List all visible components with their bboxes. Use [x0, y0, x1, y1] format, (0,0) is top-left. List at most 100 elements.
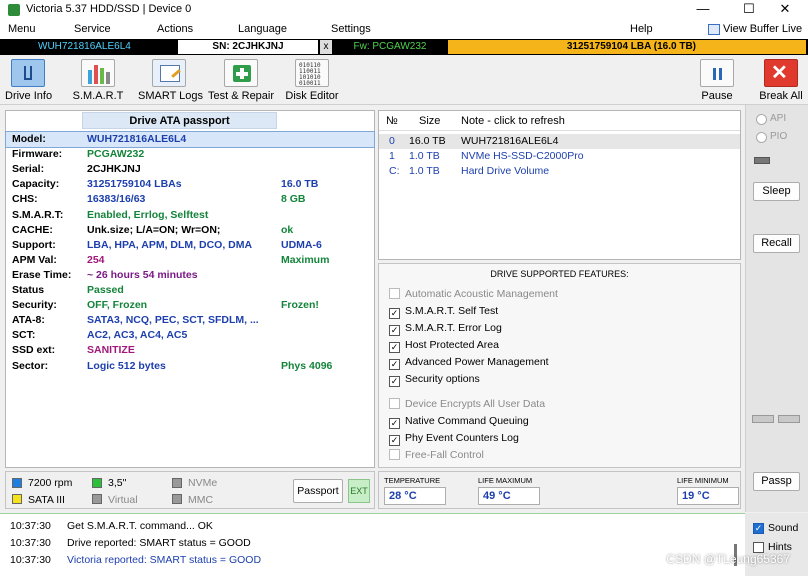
feature-checkbox[interactable]: ✓ [389, 435, 400, 446]
feature-item[interactable]: Device Encrypts All User Data [389, 397, 545, 412]
feature-checkbox[interactable] [389, 449, 400, 460]
menu-actions[interactable]: Actions [157, 23, 193, 35]
sound-checkbox[interactable]: ✓ [753, 523, 764, 534]
virtual-swatch [92, 494, 102, 504]
passport-row-label: Security: [12, 299, 57, 312]
passport-row[interactable]: Erase Time: ~ 26 hours 54 minutes [6, 268, 374, 283]
passp-button[interactable]: Passp [753, 472, 800, 491]
feature-checkbox[interactable] [389, 398, 400, 409]
passport-row-value: 31251759104 LBAs [87, 178, 182, 191]
minimize-button[interactable]: — [680, 0, 726, 20]
passport-row[interactable]: S.M.A.R.T: Enabled, Errlog, Selftest [6, 208, 374, 223]
temperature-value: 28 °C [384, 487, 446, 505]
drive-strip: WUH721816ALE6L4 SN: 2CJHKJNJ x Fw: PCGAW… [0, 39, 808, 55]
passport-row[interactable]: CHS: 16383/16/63 8 GB [6, 192, 374, 207]
api-radio[interactable] [756, 114, 767, 125]
passport-row-label: Support: [12, 238, 56, 251]
col-note[interactable]: Note - click to refresh [461, 115, 565, 127]
feature-item[interactable]: ✓ Advanced Power Management [389, 355, 549, 370]
passport-row[interactable]: ATA-8: SATA3, NCQ, PEC, SCT, SFDLM, ... [6, 313, 374, 328]
feature-item[interactable]: Automatic Acoustic Management [389, 287, 558, 302]
test-repair-button[interactable]: Test & Repair [208, 59, 274, 102]
smart-button[interactable]: S.M.A.R.T [70, 59, 126, 102]
close-button[interactable]: ✕ [762, 0, 808, 20]
feature-checkbox[interactable]: ✓ [389, 376, 400, 387]
feature-item[interactable]: ✓ S.M.A.R.T. Error Log [389, 321, 502, 336]
feature-label: Device Encrypts All User Data [405, 398, 546, 410]
passport-row[interactable]: Firmware: PCGAW232 [6, 147, 374, 162]
drive-list-size: 1.0 TB [409, 165, 440, 177]
feature-checkbox[interactable]: ✓ [389, 359, 400, 370]
feature-item[interactable]: ✓ Security options [389, 372, 480, 387]
passport-button[interactable]: Passport [293, 479, 343, 503]
passport-row[interactable]: Model: WUH721816ALE6L4 [5, 131, 375, 148]
sata-swatch [12, 494, 22, 504]
ext-button[interactable]: EXT [348, 479, 370, 503]
drive-serial: SN: 2CJHKJNJ [178, 40, 318, 54]
log-line: 10:37:30 Victoria reported: SMART status … [10, 554, 261, 566]
drive-close-icon[interactable]: x [320, 40, 332, 54]
passport-row[interactable]: SCT: AC2, AC3, AC4, AC5 [6, 328, 374, 343]
pio-radio[interactable] [756, 132, 767, 143]
menu-settings[interactable]: Settings [331, 23, 371, 35]
passport-row[interactable]: APM Val: 254 Maximum [6, 253, 374, 268]
feature-item[interactable]: Free-Fall Control [389, 448, 484, 463]
passport-row-value: PCGAW232 [87, 148, 145, 161]
col-size[interactable]: Size [419, 115, 440, 127]
feature-label: Native Command Queuing [405, 415, 529, 427]
mmc-swatch [172, 494, 182, 504]
passport-row-value: Passed [87, 284, 124, 296]
smart-label: S.M.A.R.T [72, 90, 124, 102]
feature-item[interactable]: ✓ Phy Event Counters Log [389, 431, 519, 446]
drive-model[interactable]: WUH721816ALE6L4 [2, 40, 177, 54]
pause-label: Pause [701, 90, 733, 102]
passport-row-label: S.M.A.R.T: [12, 208, 64, 221]
passport-row-value: SANITIZE [87, 344, 135, 357]
passport-row-label: CACHE: [12, 223, 53, 236]
feature-item[interactable]: ✓ S.M.A.R.T. Self Test [389, 304, 498, 319]
passport-row[interactable]: Status Passed [6, 283, 374, 298]
menu-language[interactable]: Language [238, 23, 287, 35]
drive-list-row[interactable]: C: 1.0 TB Hard Drive Volume [379, 164, 740, 179]
smart-logs-button[interactable]: SMART Logs [138, 59, 203, 102]
pause-button[interactable]: Pause [697, 59, 737, 102]
indicator-led [754, 157, 770, 164]
feature-checkbox[interactable]: ✓ [389, 308, 400, 319]
buffer-icon [708, 24, 720, 35]
passport-row[interactable]: Support: LBA, HPA, APM, DLM, DCO, DMA UDMA… [6, 238, 374, 253]
drive-list-row[interactable]: 1 1.0 TB NVMe HS-SSD-C2000Pro [379, 149, 740, 164]
passport-row-value: LBA, HPA, APM, DLM, DCO, DMA [87, 238, 253, 251]
passport-row[interactable]: Sector: Logic 512 bytes Phys 4096 [6, 359, 374, 374]
menu-menu[interactable]: Menu [8, 23, 36, 35]
passport-row[interactable]: CACHE: Unk.size; L/A=ON; Wr=ON; ok [6, 223, 374, 238]
menu-help[interactable]: Help [630, 23, 653, 35]
break-all-button[interactable]: ✕ Break All [758, 59, 804, 102]
passport-row[interactable]: Serial: 2CJHKJNJ [6, 162, 374, 177]
col-number[interactable]: № [386, 115, 398, 127]
log-line: 10:37:30 Drive reported: SMART status = G… [10, 537, 251, 549]
drive-list-row[interactable]: 0 16.0 TB WUH721816ALE6L4 [379, 134, 740, 149]
feature-checkbox[interactable]: ✓ [389, 342, 400, 353]
view-buffer-live[interactable]: View Buffer Live [723, 23, 802, 35]
disk-editor-button[interactable]: 010110 110011 101010 010011 Disk Editor [284, 59, 340, 102]
passport-row-label: Capacity: [12, 178, 60, 191]
passport-row[interactable]: Capacity: 31251759104 LBAs 16.0 TB [6, 177, 374, 192]
log-panel[interactable]: 10:37:30 Get S.M.A.R.T. command... OK 10:3… [0, 513, 745, 576]
passport-row-label: Sector: [12, 359, 49, 372]
feature-checkbox[interactable]: ✓ [389, 418, 400, 429]
passport-row-extra: Maximum [281, 253, 330, 266]
feature-checkbox[interactable]: ✓ [389, 325, 400, 336]
recall-button[interactable]: Recall [753, 234, 800, 253]
passport-row-value: Logic 512 bytes [87, 359, 166, 372]
feature-item[interactable]: ✓ Host Protected Area [389, 338, 499, 353]
passport-header: Drive ATA passport [82, 112, 277, 129]
passport-row[interactable]: SSD ext: SANITIZE [6, 343, 374, 358]
feature-checkbox[interactable] [389, 288, 400, 299]
menu-service[interactable]: Service [74, 23, 111, 35]
rpm-label: 7200 rpm [28, 477, 73, 489]
features-title: DRIVE SUPPORTED FEATURES: [490, 269, 629, 279]
sleep-button[interactable]: Sleep [753, 182, 800, 201]
feature-item[interactable]: ✓ Native Command Queuing [389, 414, 529, 429]
passport-row[interactable]: Security: OFF, Frozen Frozen! [6, 298, 374, 313]
drive-info-button[interactable]: Drive Info [5, 59, 52, 102]
